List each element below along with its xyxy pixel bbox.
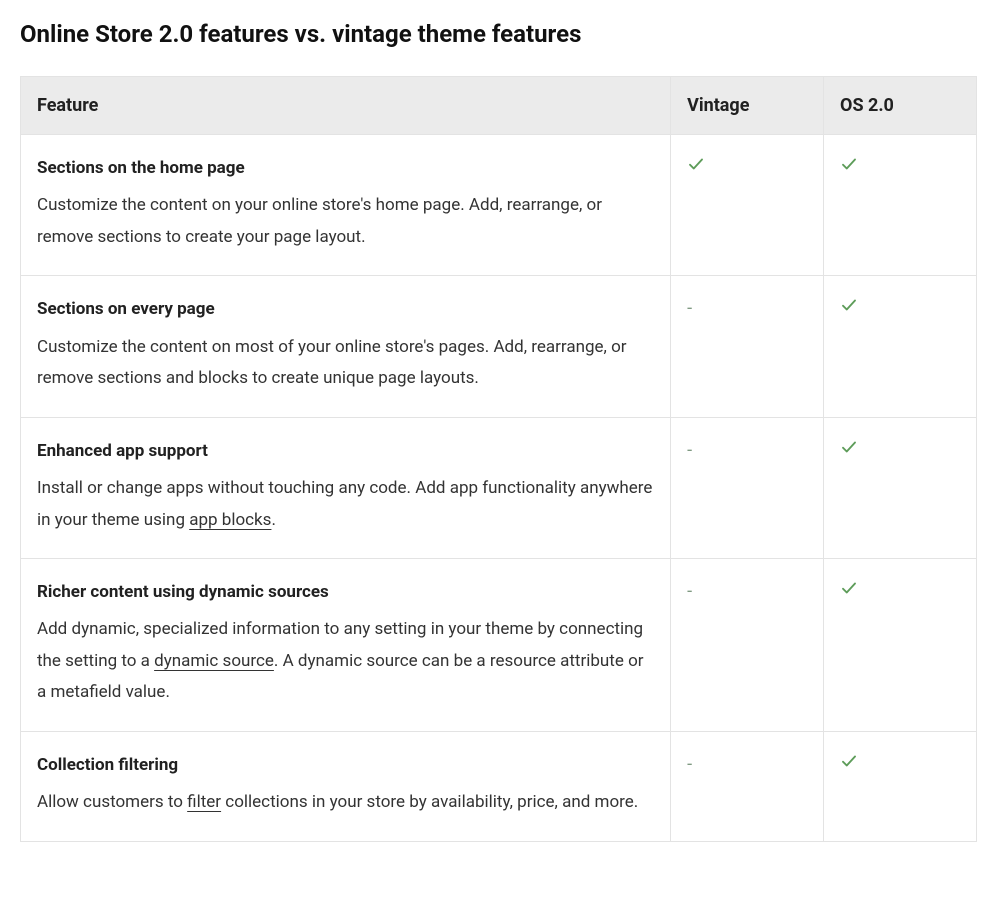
feature-cell: Richer content using dynamic sources Add … xyxy=(21,558,671,731)
inline-link[interactable]: dynamic source xyxy=(154,651,274,671)
os20-cell xyxy=(824,417,977,558)
check-icon xyxy=(840,752,858,770)
vintage-cell: - xyxy=(671,558,824,731)
feature-cell: Enhanced app support Install or change ap… xyxy=(21,417,671,558)
dash-icon: - xyxy=(687,298,692,318)
table-row: Enhanced app support Install or change ap… xyxy=(21,417,977,558)
feature-desc-before: Install or change apps without touching … xyxy=(37,478,652,529)
feature-title: Sections on the home page xyxy=(37,153,654,184)
feature-description: Allow customers to filter collections in… xyxy=(37,792,638,812)
feature-title: Collection filtering xyxy=(37,750,654,781)
vintage-cell: - xyxy=(671,731,824,841)
page-title: Online Store 2.0 features vs. vintage th… xyxy=(20,20,977,48)
table-row: Richer content using dynamic sources Add … xyxy=(21,558,977,731)
feature-description: Install or change apps without touching … xyxy=(37,478,652,529)
column-header-vintage: Vintage xyxy=(671,77,824,135)
feature-desc-before: Customize the content on your online sto… xyxy=(37,195,602,246)
dash-icon: - xyxy=(687,440,692,460)
vintage-cell: - xyxy=(671,276,824,417)
vintage-cell: - xyxy=(671,417,824,558)
table-row: Sections on every page Customize the cont… xyxy=(21,276,977,417)
os20-cell xyxy=(824,731,977,841)
column-header-os20: OS 2.0 xyxy=(824,77,977,135)
table-row: Sections on the home page Customize the c… xyxy=(21,135,977,276)
dash-icon: - xyxy=(687,754,692,774)
check-icon xyxy=(840,296,858,314)
inline-link[interactable]: filter xyxy=(187,792,221,812)
os20-cell xyxy=(824,135,977,276)
os20-cell xyxy=(824,558,977,731)
inline-link[interactable]: app blocks xyxy=(189,510,271,530)
feature-desc-before: Allow customers to xyxy=(37,792,187,812)
feature-title: Enhanced app support xyxy=(37,436,654,467)
feature-desc-after: . xyxy=(271,510,275,530)
feature-cell: Sections on every page Customize the cont… xyxy=(21,276,671,417)
feature-description: Add dynamic, specialized information to … xyxy=(37,619,644,702)
vintage-cell xyxy=(671,135,824,276)
check-icon xyxy=(840,579,858,597)
dash-icon: - xyxy=(687,581,692,601)
feature-title: Richer content using dynamic sources xyxy=(37,577,654,608)
check-icon xyxy=(840,155,858,173)
check-icon xyxy=(687,155,705,173)
os20-cell xyxy=(824,276,977,417)
feature-desc-before: Customize the content on most of your on… xyxy=(37,337,627,388)
feature-cell: Collection filtering Allow customers to f… xyxy=(21,731,671,841)
feature-description: Customize the content on most of your on… xyxy=(37,337,627,388)
table-row: Collection filtering Allow customers to f… xyxy=(21,731,977,841)
feature-comparison-table: Feature Vintage OS 2.0 Sections on the h… xyxy=(20,76,977,842)
column-header-feature: Feature xyxy=(21,77,671,135)
feature-cell: Sections on the home page Customize the c… xyxy=(21,135,671,276)
feature-title: Sections on every page xyxy=(37,294,654,325)
check-icon xyxy=(840,438,858,456)
feature-desc-after: collections in your store by availabilit… xyxy=(221,792,638,812)
feature-description: Customize the content on your online sto… xyxy=(37,195,602,246)
